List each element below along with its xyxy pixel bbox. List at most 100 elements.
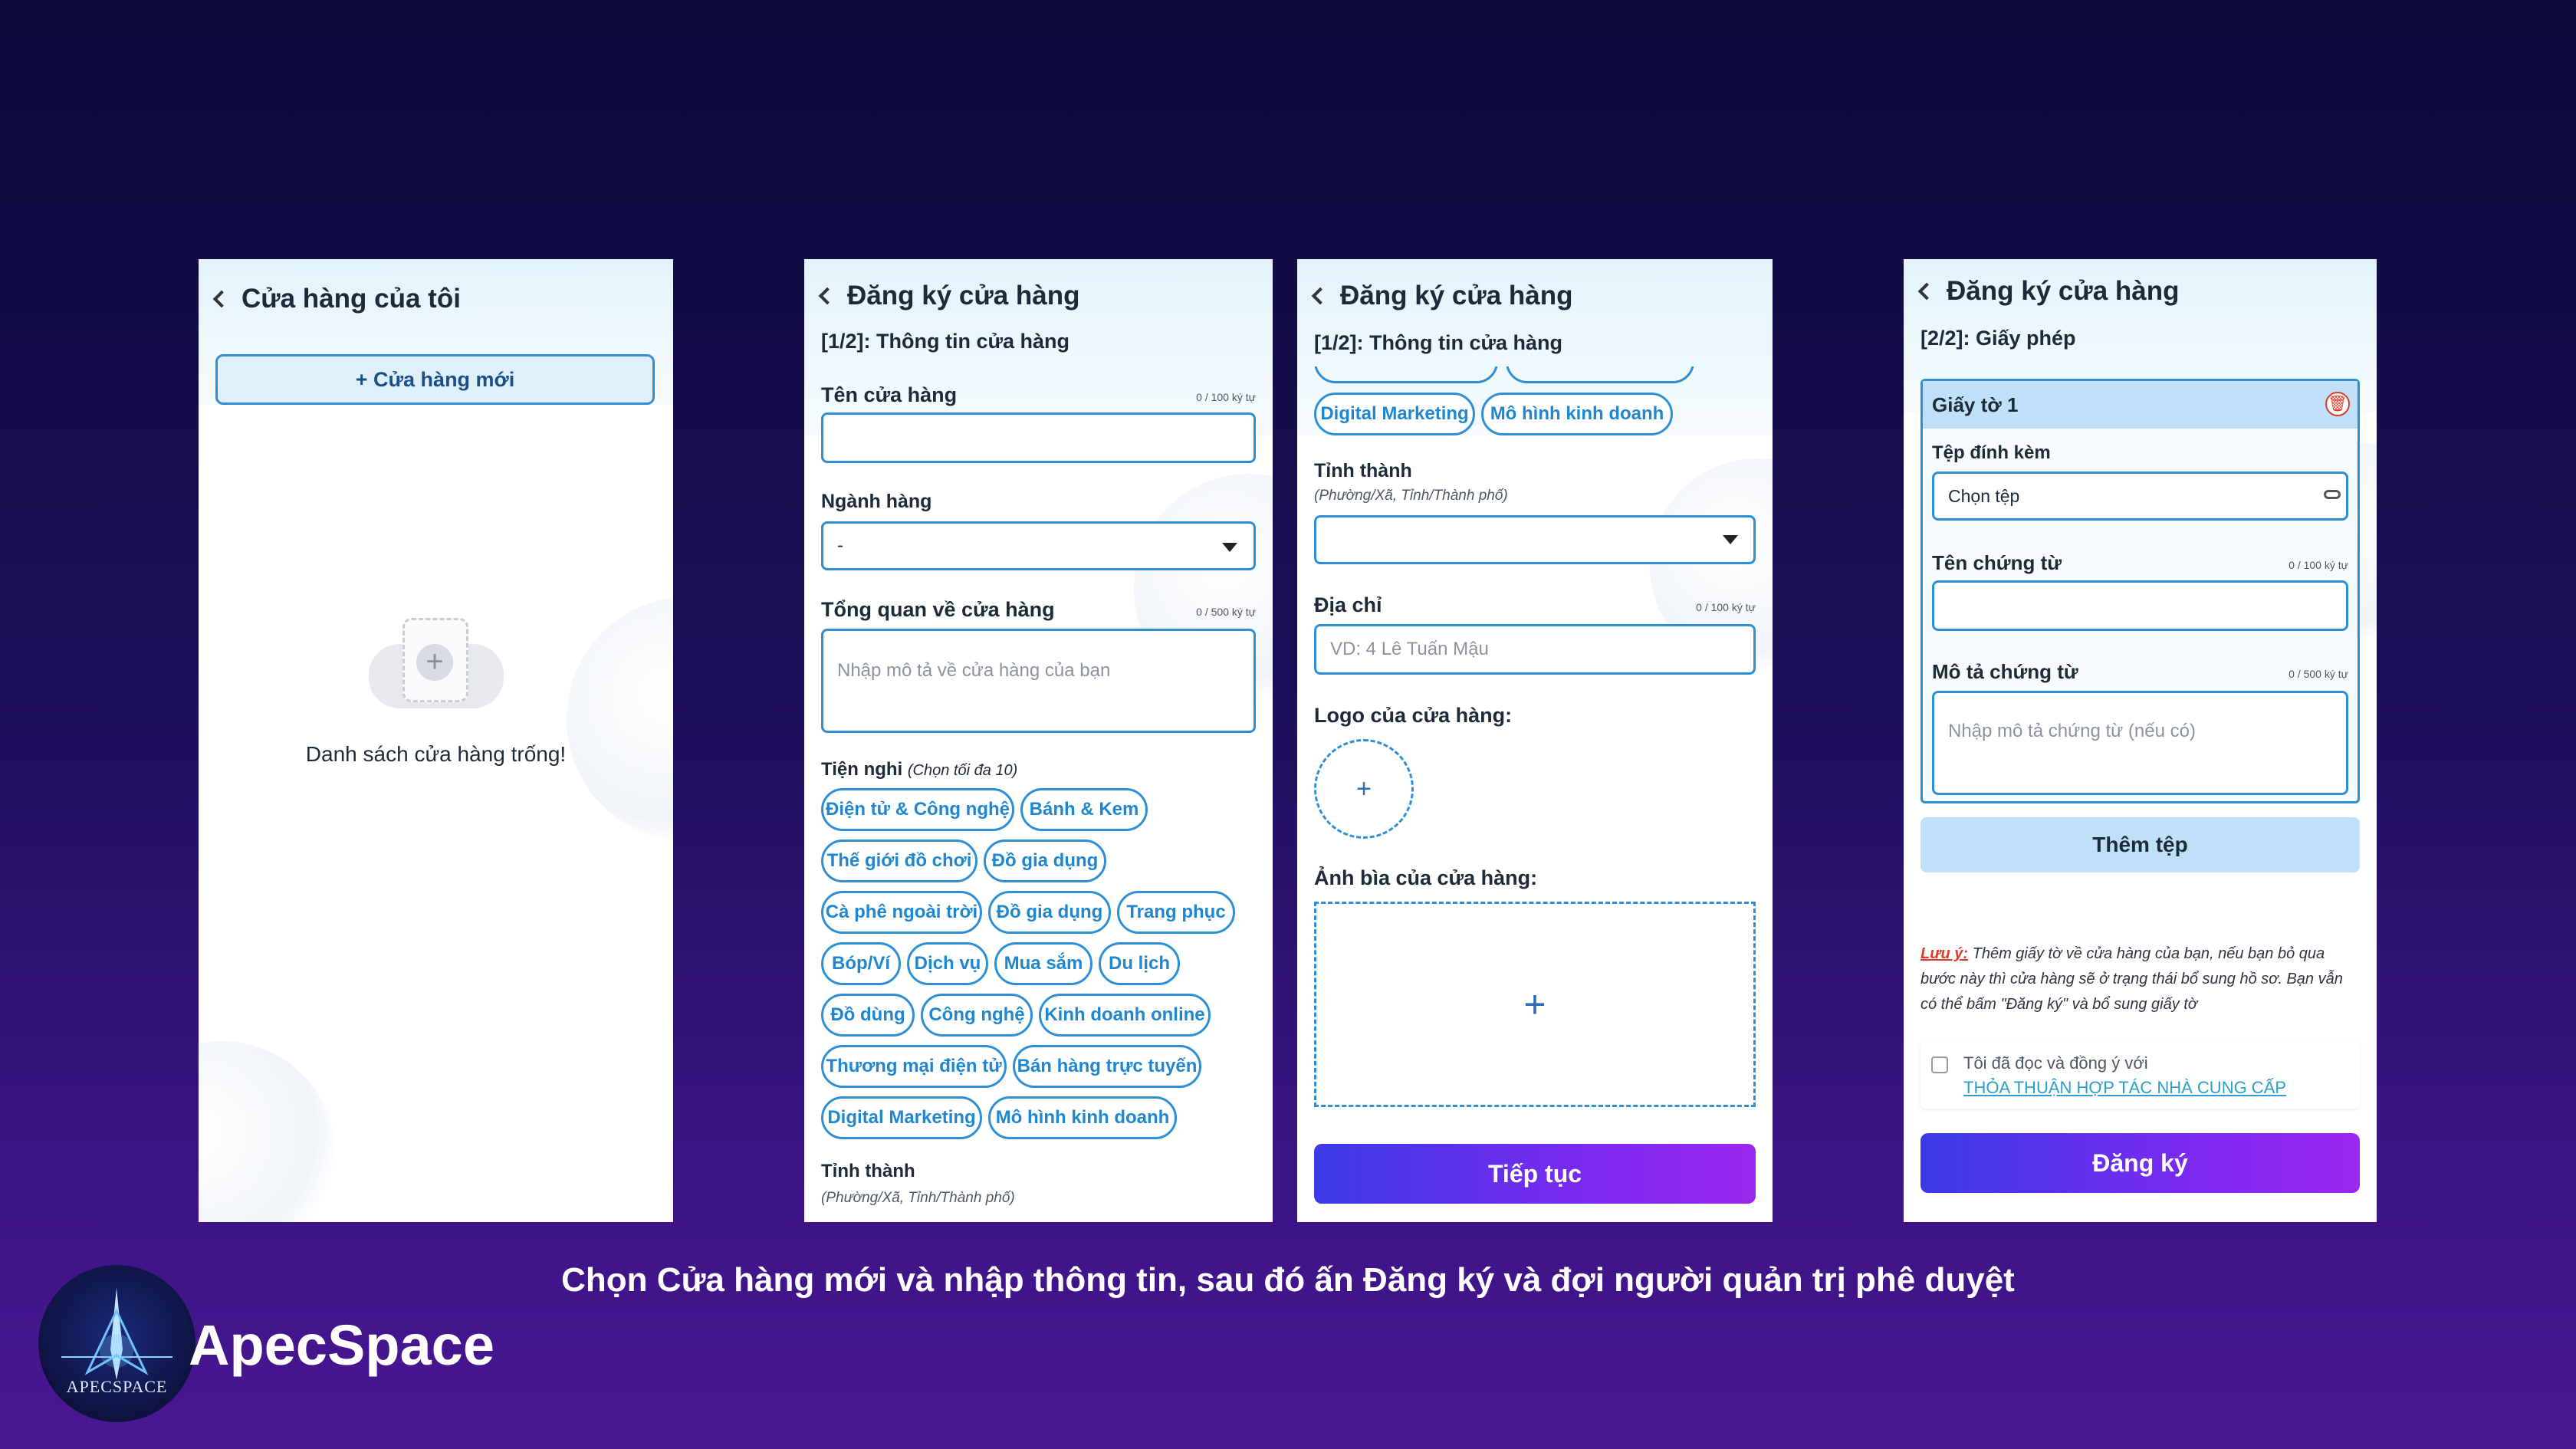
chip-partial (1506, 366, 1694, 383)
agreement-link[interactable]: THỎA THUẬN HỢP TÁC NHÀ CUNG CẤP (1963, 1078, 2286, 1098)
chip-amenity[interactable]: Công nghệ (921, 994, 1033, 1037)
add-file-button[interactable]: Thêm tệp (1921, 817, 2360, 872)
screen-register-step2: Đăng ký cửa hàng [2/2]: Giấy phép Giấy t… (1904, 259, 2377, 1222)
empty-store-illustration: + (369, 618, 504, 718)
page-title: Đăng ký cửa hàng (1340, 281, 1573, 310)
page-header: Đăng ký cửa hàng (1917, 276, 2180, 307)
background-decoration (567, 596, 673, 842)
chip-amenity[interactable]: Bóp/Ví (821, 942, 901, 985)
page-title: Đăng ký cửa hàng (1947, 276, 2180, 306)
chip-row-clipped (1297, 366, 1773, 386)
chip-amenity[interactable]: Digital Marketing (821, 1096, 982, 1139)
step-indicator: [1/2]: Thông tin cửa hàng (1314, 331, 1563, 354)
chip-amenity[interactable]: Đồ gia dụng (984, 840, 1106, 882)
register-button[interactable]: Đăng ký (1921, 1133, 2360, 1193)
industry-value: - (837, 535, 843, 556)
trash-icon[interactable]: 🗑 (2325, 392, 2350, 416)
chip-amenity[interactable]: Đồ dùng (821, 994, 915, 1037)
doc-desc-placeholder: Nhập mô tả chứng từ (nếu có) (1948, 721, 2196, 741)
chip-partial (1314, 366, 1498, 383)
empty-list-text: Danh sách cửa hàng trống! (305, 742, 567, 766)
province-select[interactable] (1314, 515, 1756, 564)
chevron-down-icon (1222, 543, 1237, 552)
back-icon[interactable] (1311, 287, 1329, 305)
rocket-logo-icon (61, 1288, 172, 1380)
chip-amenity[interactable]: Mô hình kinh doanh (1481, 393, 1673, 435)
chip-amenity[interactable]: Thế giới đồ chơi (821, 840, 978, 882)
province-label: Tỉnh thành (821, 1161, 915, 1181)
new-store-button[interactable]: + Cửa hàng mới (215, 354, 655, 405)
register-label: Đăng ký (2092, 1148, 2188, 1177)
store-name-counter: 0 / 100 ký tự (1196, 391, 1256, 403)
overview-label: Tổng quan về cửa hàng (821, 598, 1055, 621)
page-header: Đăng ký cửa hàng (818, 281, 1080, 311)
attachment-label: Tệp đính kèm (1932, 442, 2051, 463)
step-indicator: [2/2]: Giấy phép (1921, 327, 2076, 350)
doc-name-input[interactable] (1932, 580, 2348, 631)
document-card: Giấy tờ 1 🗑 Tệp đính kèm Chọn tệp Tên ch… (1921, 379, 2360, 803)
doc-name-label: Tên chứng từ (1932, 551, 2062, 574)
overview-textarea[interactable]: Nhập mô tả về cửa hàng của bạn (821, 629, 1256, 733)
brand-name: ApecSpace (189, 1313, 495, 1377)
agree-checkbox[interactable] (1931, 1056, 1948, 1073)
chip-amenity[interactable]: Mua sắm (994, 942, 1092, 985)
chip-amenity[interactable]: Bán hàng trực tuyến (1013, 1045, 1201, 1088)
agreement-box: Tôi đã đọc và đồng ý với THỎA THUẬN HỢP … (1921, 1041, 2360, 1109)
chip-amenity[interactable]: Cà phê ngoài trời (821, 891, 982, 934)
plus-icon: + (416, 644, 453, 681)
new-store-label: + Cửa hàng mới (355, 367, 515, 391)
instruction-caption: Chọn Cửa hàng mới và nhập thông tin, sau… (561, 1261, 2015, 1299)
store-name-label: Tên cửa hàng (821, 383, 958, 406)
chip-amenity[interactable]: Bánh & Kem (1020, 788, 1148, 831)
address-label: Địa chỉ (1314, 593, 1382, 616)
cover-upload[interactable]: + (1314, 902, 1756, 1107)
chevron-down-icon (1723, 535, 1738, 544)
page-title: Đăng ký cửa hàng (847, 281, 1080, 310)
amenities-hint: (Chọn tối đa 10) (907, 762, 1018, 779)
province-hint: (Phường/Xã, Tỉnh/Thành phố) (1314, 488, 1508, 504)
chip-amenity[interactable]: Trang phục (1117, 891, 1235, 934)
logo-label: Logo của cửa hàng: (1314, 704, 1513, 727)
chip-amenity[interactable]: Đồ gia dụng (988, 891, 1111, 934)
store-name-input[interactable] (821, 412, 1256, 463)
doc-desc-label: Mô tả chứng từ (1932, 660, 2078, 683)
chip-amenity[interactable]: Mô hình kinh doanh (988, 1096, 1177, 1139)
chip-amenity[interactable]: Thương mại điện tử (821, 1045, 1007, 1088)
screen-register-step1-scrolled: Đăng ký cửa hàng [1/2]: Thông tin cửa hà… (1297, 259, 1773, 1222)
note-body: Thêm giấy tờ về cửa hàng của bạn, nếu bạ… (1921, 945, 2343, 1013)
address-placeholder: VD: 4 Lê Tuấn Mậu (1330, 639, 1489, 659)
back-icon[interactable] (212, 290, 231, 308)
chip-amenity[interactable]: Dịch vụ (907, 942, 988, 985)
doc-name-counter: 0 / 100 ký tự (2288, 559, 2348, 571)
page-header: Đăng ký cửa hàng (1311, 281, 1573, 311)
overview-counter: 0 / 500 ký tự (1196, 606, 1256, 618)
cover-label: Ảnh bìa của cửa hàng: (1314, 866, 1538, 889)
page-header: Cửa hàng của tôi (212, 284, 461, 314)
document-title: Giấy tờ 1 (1932, 393, 2019, 416)
province-hint: (Phường/Xã, Tỉnh/Thành phố) (821, 1190, 1015, 1206)
continue-button[interactable]: Tiếp tục (1314, 1144, 1756, 1204)
logo-upload[interactable]: + (1314, 739, 1414, 839)
amenities-label: Tiện nghi (Chọn tối đa 10) (821, 759, 1017, 780)
doc-desc-textarea[interactable]: Nhập mô tả chứng từ (nếu có) (1932, 691, 2348, 795)
screen-my-stores: Cửa hàng của tôi + Cửa hàng mới + Danh s… (199, 259, 673, 1222)
continue-label: Tiếp tục (1487, 1159, 1582, 1188)
chip-amenity[interactable]: Điện tử & Công nghệ (821, 788, 1014, 831)
attachment-picker[interactable]: Chọn tệp (1932, 472, 2348, 521)
back-icon[interactable] (1917, 282, 1936, 301)
background-decoration (199, 1041, 337, 1222)
address-input[interactable]: VD: 4 Lê Tuấn Mậu (1314, 624, 1756, 675)
apecspace-logo: APECSPACE (38, 1265, 196, 1422)
back-icon[interactable] (818, 287, 836, 305)
agree-text: Tôi đã đọc và đồng ý với (1963, 1053, 2148, 1073)
document-card-header: Giấy tờ 1 (1923, 381, 2358, 429)
page-title: Cửa hàng của tôi (242, 284, 461, 314)
province-label: Tỉnh thành (1314, 460, 1412, 481)
chip-amenity[interactable]: Kinh doanh online (1039, 994, 1211, 1037)
logo-wordmark: APECSPACE (66, 1377, 168, 1396)
paperclip-icon (2324, 490, 2341, 499)
doc-desc-counter: 0 / 500 ký tự (2288, 668, 2348, 680)
chip-amenity[interactable]: Du lịch (1099, 942, 1180, 985)
industry-select[interactable]: - (821, 521, 1256, 570)
chip-amenity[interactable]: Digital Marketing (1314, 393, 1475, 435)
